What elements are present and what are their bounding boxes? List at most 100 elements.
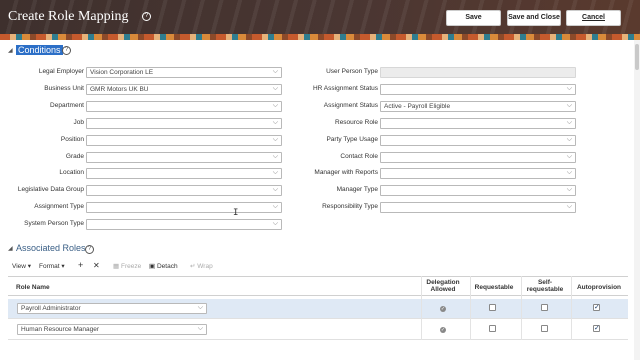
select-value: Active - Payroll Eligible bbox=[384, 102, 451, 110]
page-scrollbar-thumb[interactable] bbox=[635, 44, 639, 70]
roles-help-icon[interactable]: ? bbox=[85, 245, 94, 254]
field-label: Manager Type bbox=[336, 186, 378, 194]
field-row-system-person-type: System Person Type bbox=[0, 219, 84, 230]
col-role-name[interactable]: Role Name bbox=[16, 284, 50, 291]
requestable-checkbox[interactable] bbox=[489, 325, 496, 332]
save-button[interactable]: Save bbox=[446, 10, 501, 26]
assignment-status-select[interactable]: Active - Payroll Eligible ⌵ bbox=[380, 100, 576, 112]
chevron-down-icon: ⌵ bbox=[566, 84, 572, 92]
col-self-requestable[interactable]: Self-requestable bbox=[524, 279, 566, 293]
chevron-down-icon: ⌵ bbox=[566, 203, 572, 211]
chevron-down-icon: ⌵ bbox=[566, 101, 572, 109]
view-menu[interactable]: View ▾ bbox=[12, 262, 31, 272]
party-type-usage-select[interactable]: ⌵ bbox=[380, 134, 576, 146]
chevron-down-icon: ⌵ bbox=[272, 220, 278, 228]
role-name-select[interactable]: Human Resource Manager ⌵ bbox=[17, 324, 207, 335]
responsibility-type-select[interactable]: ⌵ bbox=[380, 202, 576, 214]
page-header: Create Role Mapping ? Save Save and Clos… bbox=[0, 0, 640, 40]
wrap-label: Wrap bbox=[197, 263, 213, 270]
chevron-down-icon: ⌵ bbox=[566, 152, 572, 160]
field-row-hr-assignment-status: HR Assignment Status bbox=[0, 84, 378, 95]
table-row[interactable]: Human Resource Manager ⌵ ✓ ✓ bbox=[8, 320, 628, 340]
column-divider bbox=[521, 276, 522, 340]
format-menu[interactable]: Format ▾ bbox=[39, 262, 65, 272]
detach-label: Detach bbox=[156, 263, 178, 270]
user-person-type-select[interactable] bbox=[380, 67, 576, 78]
field-label: Assignment Status bbox=[323, 101, 378, 109]
delegation-allowed-indicator-icon: ✓ bbox=[440, 306, 446, 312]
table-row[interactable]: Payroll Administrator ⌵ ✓ ✓ bbox=[8, 299, 628, 319]
field-row-resource-role: Resource Role bbox=[0, 118, 378, 129]
field-row-manager-with-reports: Manager with Reports bbox=[0, 168, 378, 179]
chevron-down-icon: ⌵ bbox=[566, 118, 572, 126]
conditions-section-header[interactable]: ◢ Conditions bbox=[8, 45, 88, 57]
field-label: System Person Type bbox=[24, 220, 84, 228]
chevron-down-icon: ⌵ bbox=[566, 186, 572, 194]
field-row-manager-type: Manager Type bbox=[0, 185, 378, 196]
freeze-button[interactable]: ▦ Freeze bbox=[113, 262, 141, 272]
wrap-button[interactable]: ↵ Wrap bbox=[190, 262, 213, 272]
column-divider bbox=[571, 276, 572, 340]
freeze-label: Freeze bbox=[120, 263, 142, 270]
select-value: Payroll Administrator bbox=[21, 305, 81, 312]
field-label: Manager with Reports bbox=[314, 169, 378, 177]
self-requestable-checkbox[interactable] bbox=[541, 325, 548, 332]
detach-button[interactable]: ▣ Detach bbox=[149, 262, 178, 272]
field-row-assignment-status: Assignment Status bbox=[0, 101, 378, 112]
detach-icon: ▣ bbox=[149, 263, 156, 270]
cancel-button[interactable]: Cancel bbox=[566, 10, 621, 26]
manager-type-select[interactable]: ⌵ bbox=[380, 185, 576, 197]
select-value: Human Resource Manager bbox=[21, 326, 100, 333]
collapse-icon[interactable]: ◢ bbox=[8, 245, 13, 252]
associated-roles-title: Associated Roles bbox=[16, 243, 86, 253]
field-label: User Person Type bbox=[326, 68, 378, 75]
field-row-user-person-type: User Person Type bbox=[0, 67, 378, 78]
col-delegation-allowed[interactable]: Delegation Allowed bbox=[420, 279, 466, 293]
view-label: View bbox=[12, 263, 26, 270]
field-label: Responsibility Type bbox=[322, 203, 378, 211]
resource-role-select[interactable]: ⌵ bbox=[380, 117, 576, 129]
dropdown-arrow-icon: ▾ bbox=[61, 263, 65, 270]
field-label: HR Assignment Status bbox=[312, 84, 378, 92]
self-requestable-checkbox[interactable] bbox=[541, 304, 548, 311]
text-cursor-icon: I bbox=[233, 208, 239, 218]
header-decorative-band bbox=[0, 34, 640, 40]
chevron-down-icon: ⌵ bbox=[197, 304, 203, 311]
collapse-icon[interactable]: ◢ bbox=[8, 47, 13, 54]
hr-assignment-status-select[interactable]: ⌵ bbox=[380, 83, 576, 95]
field-label: Party Type Usage bbox=[326, 135, 378, 143]
add-row-icon[interactable]: + bbox=[78, 260, 83, 270]
field-label: Contact Role bbox=[340, 152, 378, 160]
column-divider bbox=[421, 276, 422, 340]
delegation-allowed-indicator-icon: ✓ bbox=[440, 327, 446, 333]
role-name-select[interactable]: Payroll Administrator ⌵ bbox=[17, 303, 207, 314]
autoprovision-checkbox[interactable]: ✓ bbox=[593, 325, 600, 332]
page-title: Create Role Mapping bbox=[8, 9, 129, 24]
freeze-icon: ▦ bbox=[113, 263, 120, 270]
field-row-responsibility-type: Responsibility Type bbox=[0, 202, 378, 213]
field-row-party-type-usage: Party Type Usage bbox=[0, 135, 378, 146]
delete-row-icon[interactable]: ✕ bbox=[93, 261, 100, 271]
autoprovision-checkbox[interactable]: ✓ bbox=[593, 304, 600, 311]
save-and-close-button[interactable]: Save and Close bbox=[507, 10, 561, 26]
wrap-icon: ↵ bbox=[190, 263, 196, 270]
chevron-down-icon: ⌵ bbox=[566, 135, 572, 143]
field-label: Resource Role bbox=[335, 118, 378, 126]
requestable-checkbox[interactable] bbox=[489, 304, 496, 311]
chevron-down-icon: ⌵ bbox=[197, 325, 203, 332]
field-row-contact-role: Contact Role bbox=[0, 152, 378, 163]
page-scrollbar[interactable] bbox=[634, 40, 640, 360]
title-help-icon[interactable]: ? bbox=[142, 12, 151, 21]
dropdown-arrow-icon: ▾ bbox=[27, 263, 32, 270]
manager-with-reports-select[interactable]: ⌵ bbox=[380, 168, 576, 180]
chevron-down-icon: ⌵ bbox=[566, 169, 572, 177]
col-autoprovision[interactable]: Autoprovision bbox=[574, 284, 624, 291]
column-divider bbox=[470, 276, 471, 340]
system-person-type-select[interactable]: ⌵ bbox=[86, 219, 282, 231]
contact-role-select[interactable]: ⌵ bbox=[380, 151, 576, 163]
col-requestable[interactable]: Requestable bbox=[471, 284, 517, 291]
roles-table-header: Role Name Delegation Allowed Requestable… bbox=[8, 276, 628, 296]
format-label: Format bbox=[39, 263, 60, 270]
conditions-title: Conditions bbox=[16, 45, 63, 55]
conditions-help-icon[interactable]: ? bbox=[62, 46, 71, 55]
